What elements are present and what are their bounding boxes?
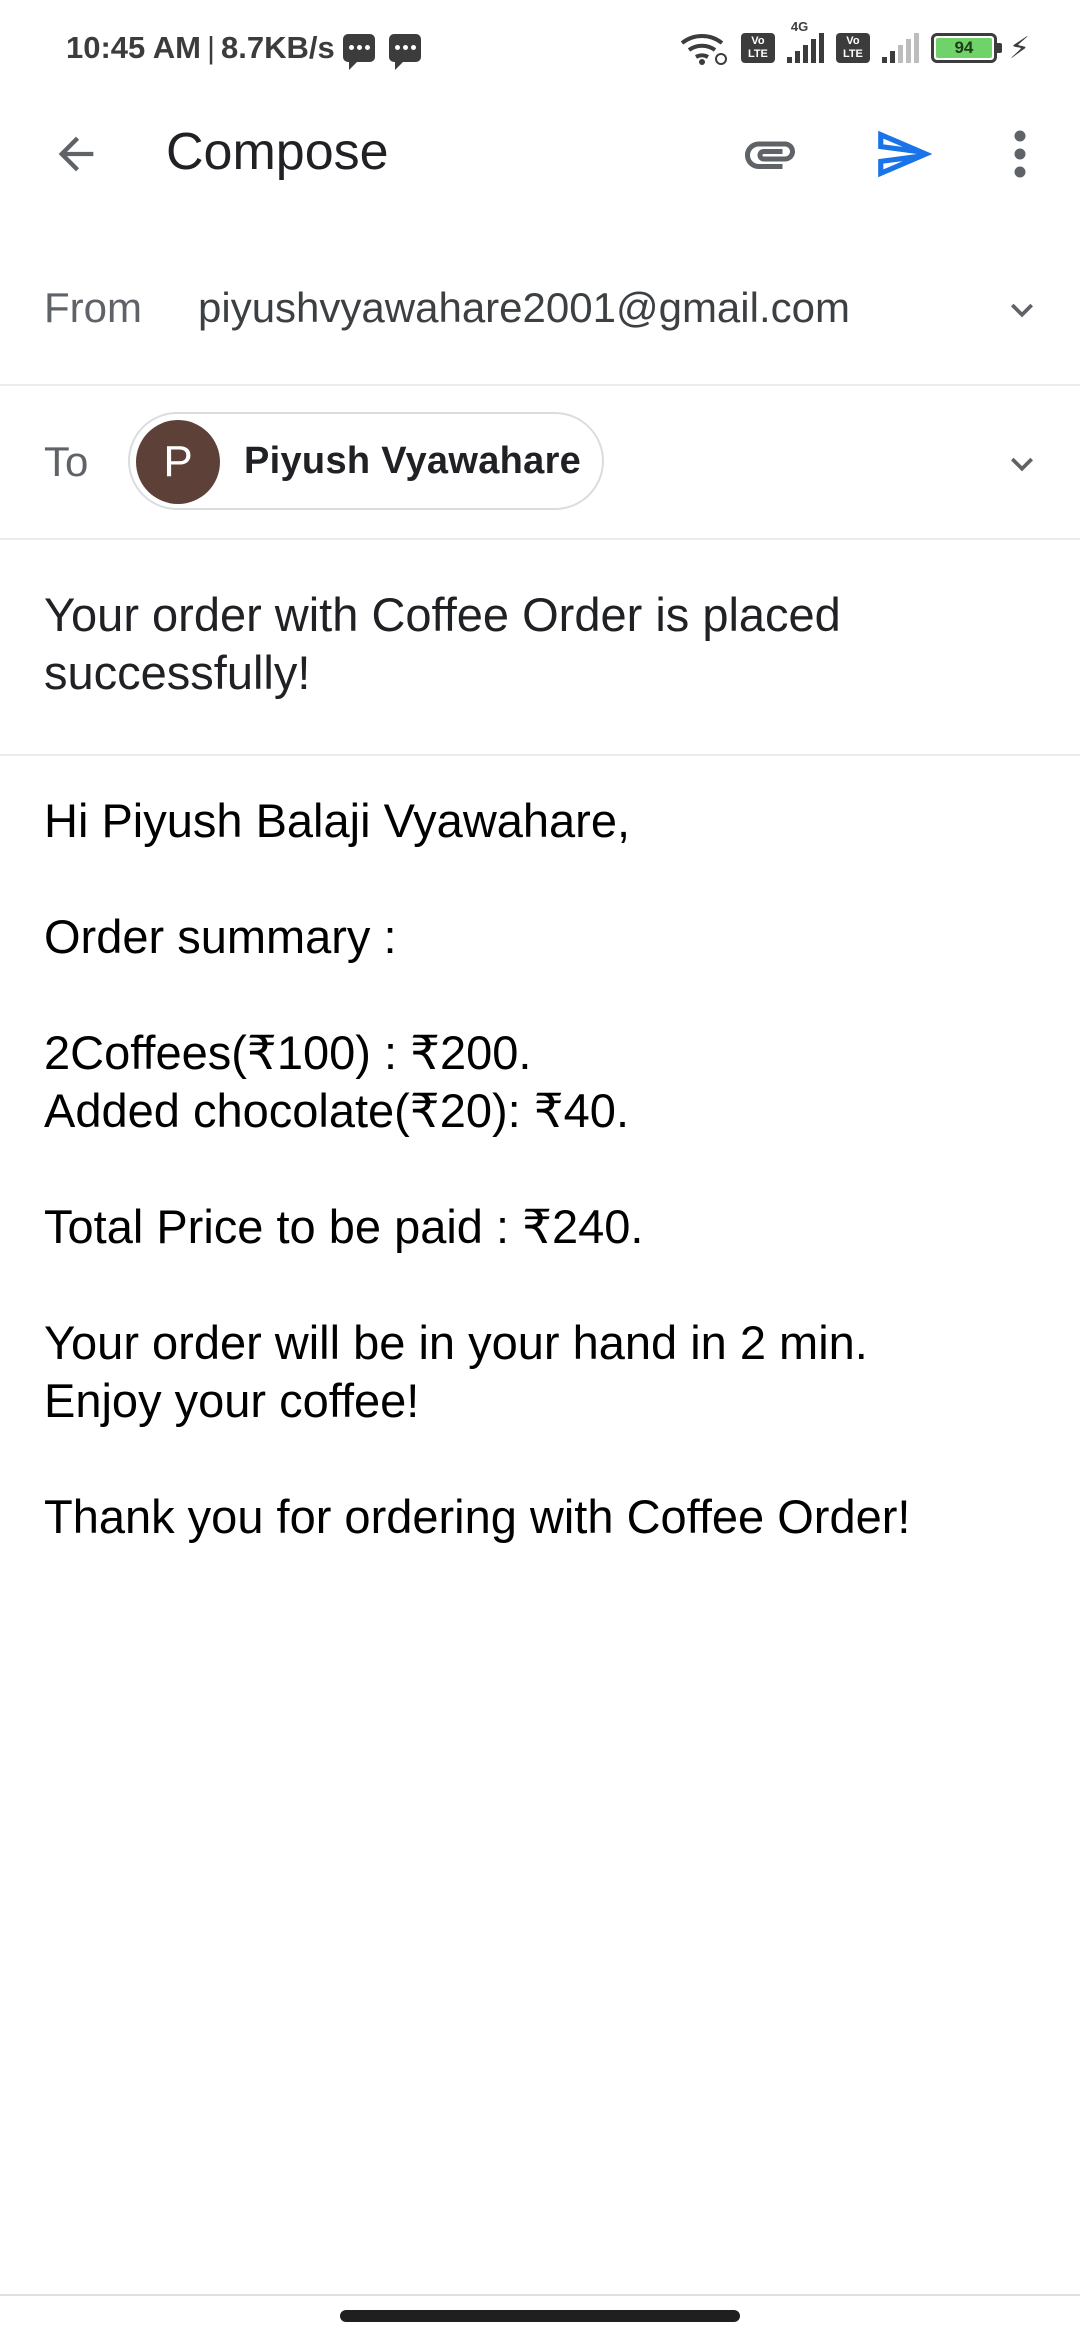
to-label: To (44, 438, 89, 485)
wifi-icon (680, 33, 727, 65)
from-email: piyushvyawahare2001@gmail.com (198, 284, 850, 331)
paperclip-icon (745, 141, 795, 169)
from-label: From (44, 284, 142, 331)
recipient-chip[interactable]: P Piyush Vyawahare (128, 412, 604, 510)
status-bar-right: Vo LTE 4G Vo LTE 94 ⚡ (679, 19, 1030, 68)
status-bar-left: 10:45 AM | 8.7KB/s (66, 26, 421, 70)
arrow-back-icon (58, 136, 94, 172)
body-enjoy: Enjoy your coffee! (44, 1374, 420, 1427)
body-greeting: Hi Piyush Balaji Vyawahare, (44, 794, 631, 847)
message-notification-icon (342, 34, 375, 70)
body-line-chocolate: Added chocolate(₹20): ₹40. (44, 1084, 629, 1137)
status-separator: | (206, 30, 216, 65)
network-speed: 8.7KB/s (221, 30, 335, 65)
chevron-down-icon[interactable] (1000, 442, 1044, 486)
body-summary-heading: Order summary : (44, 910, 397, 963)
body-thanks: Thank you for ordering with Coffee Order… (44, 1490, 911, 1543)
avatar: P (136, 420, 220, 504)
status-bar: 10:45 AM | 8.7KB/s Vo LTE 4G Vo LTE 94 ⚡ (0, 0, 1080, 96)
body-total: Total Price to be paid : ₹240. (44, 1200, 644, 1253)
body-eta: Your order will be in your hand in 2 min… (44, 1316, 868, 1369)
charging-icon: ⚡ (1008, 31, 1030, 65)
message-notification-icon (388, 34, 421, 70)
chevron-down-icon[interactable] (1000, 288, 1044, 332)
more-vert-icon (1014, 130, 1026, 178)
from-row[interactable]: From piyushvyawahare2001@gmail.com (0, 230, 1080, 386)
attach-button[interactable] (730, 118, 810, 190)
send-icon (878, 130, 933, 178)
network-type-label: 4G (790, 19, 809, 34)
more-options-button[interactable] (996, 118, 1044, 190)
back-button[interactable] (40, 118, 112, 190)
message-body[interactable]: Hi Piyush Balaji Vyawahare, Order summar… (44, 792, 1044, 1546)
body-line-coffees: 2Coffees(₹100) : ₹200. (44, 1026, 532, 1079)
battery-level: 94 (935, 38, 992, 58)
nav-divider (0, 2294, 1080, 2296)
send-button[interactable] (866, 118, 942, 190)
subject-field[interactable]: Your order with Coffee Order is placed s… (44, 586, 1004, 702)
volte-icon-2: Vo LTE (835, 33, 870, 63)
page-title: Compose (166, 123, 389, 181)
recipient-name: Piyush Vyawahare (244, 440, 582, 482)
status-time: 10:45 AM (66, 30, 201, 65)
battery-icon: 94 (930, 33, 1002, 63)
home-gesture-bar[interactable] (340, 2310, 740, 2322)
volte-icon: Vo LTE (740, 33, 775, 63)
signal-4g-icon: 4G (786, 19, 824, 63)
signal-weak-icon (881, 33, 919, 63)
